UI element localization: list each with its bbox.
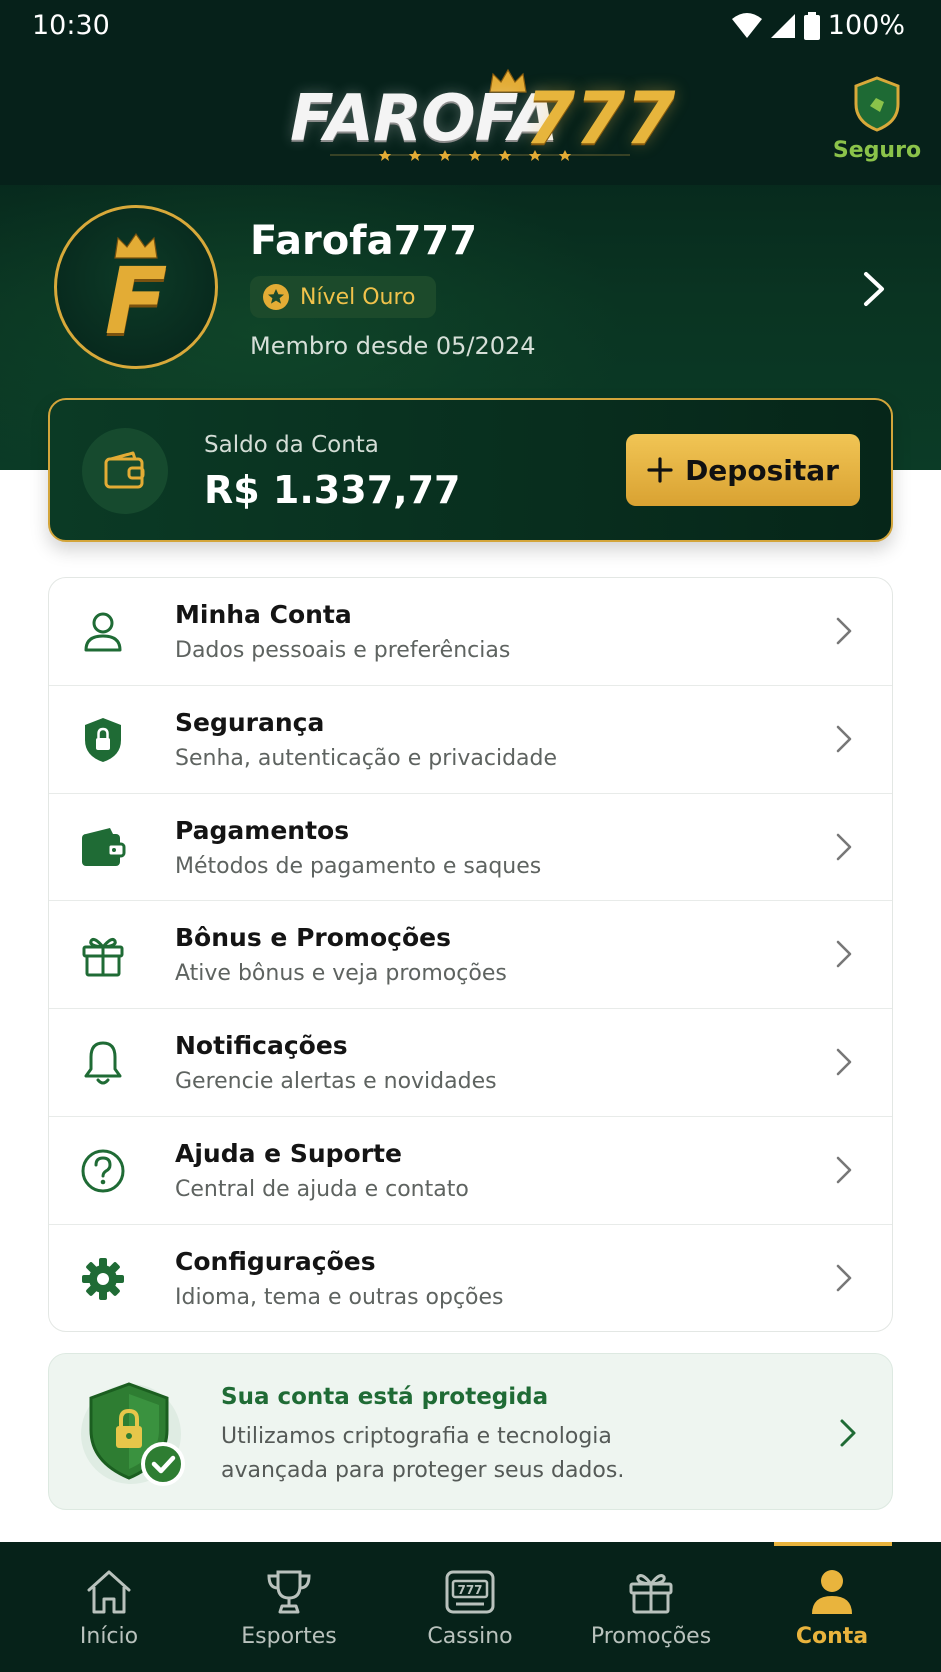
chevron-right-icon bbox=[836, 725, 852, 753]
chevron-right-icon bbox=[836, 617, 852, 645]
nav-item-inicio[interactable]: Início bbox=[19, 1542, 199, 1672]
nav-label: Início bbox=[79, 1624, 139, 1649]
wallet-icon-circle bbox=[82, 428, 168, 514]
gift-icon bbox=[629, 1574, 673, 1614]
nav-label: Esportes bbox=[241, 1624, 337, 1649]
menu-item-subtitle: Central de ajuda e contato bbox=[175, 1177, 469, 1202]
level-label: Nível Ouro bbox=[300, 284, 416, 310]
menu-item-title: Bônus e Promoções bbox=[175, 923, 451, 953]
menu-item-title: Configurações bbox=[175, 1246, 376, 1276]
bottom-nav: Início Esportes 777 Cassino Promoções Co… bbox=[0, 1542, 941, 1672]
brand-logo: FAROFA 777 bbox=[0, 68, 941, 170]
logo-stars-decoration bbox=[330, 150, 630, 161]
status-bar: 10:30 100% bbox=[0, 0, 941, 54]
secure-badge[interactable]: Seguro bbox=[832, 76, 922, 166]
menu-item-minha-conta[interactable]: Minha Conta Dados pessoais e preferência… bbox=[49, 578, 892, 686]
chevron-right-icon bbox=[836, 1264, 852, 1292]
logo-word: FAROFA bbox=[290, 82, 559, 156]
menu-item-subtitle: Gerencie alertas e novidades bbox=[175, 1069, 497, 1095]
wifi-icon bbox=[731, 12, 762, 38]
menu-item-title: Pagamentos bbox=[175, 815, 350, 845]
chevron-right-icon bbox=[836, 941, 852, 968]
battery-icon bbox=[803, 11, 820, 40]
chevron-right-icon bbox=[840, 1419, 856, 1447]
menu-item-subtitle: Dados pessoais e preferências bbox=[175, 638, 511, 663]
slot-machine-icon: 777 bbox=[445, 1570, 495, 1614]
shield-lock-icon bbox=[79, 716, 127, 764]
nav-label: Promoções bbox=[590, 1624, 712, 1649]
chevron-right-icon bbox=[836, 1048, 852, 1076]
balance-label: Saldo da Conta bbox=[204, 432, 379, 458]
protection-description: Utilizamos criptografia e tecnologia ava… bbox=[221, 1424, 625, 1483]
plus-icon bbox=[647, 457, 673, 483]
menu-item-subtitle: Métodos de pagamento e saques bbox=[175, 853, 542, 879]
shield-icon bbox=[854, 76, 900, 132]
menu-item-title: Segurança bbox=[175, 707, 325, 737]
chevron-right-icon bbox=[836, 833, 852, 860]
trophy-icon bbox=[267, 1570, 311, 1614]
nav-label: Conta bbox=[795, 1624, 869, 1649]
nav-label: Cassino bbox=[427, 1624, 513, 1649]
signal-icon bbox=[770, 13, 795, 38]
profile-name: Farofa777 bbox=[250, 218, 478, 264]
avatar-letter: F bbox=[104, 248, 168, 355]
menu-item-subtitle: Idioma, tema e outras opções bbox=[175, 1284, 504, 1310]
nav-item-esportes[interactable]: Esportes bbox=[199, 1542, 379, 1672]
menu-item-bonus-promocoes[interactable]: Bônus e Promoções Ative bônus e veja pro… bbox=[49, 901, 892, 1010]
home-icon bbox=[87, 1570, 131, 1614]
user-icon bbox=[79, 608, 127, 656]
shield-check-icon bbox=[81, 1382, 185, 1486]
user-icon bbox=[812, 1570, 852, 1614]
deposit-button[interactable]: Depositar bbox=[626, 434, 860, 506]
gear-icon bbox=[79, 1255, 127, 1303]
bell-icon bbox=[79, 1039, 127, 1087]
menu-item-notificacoes[interactable]: Notificações Gerencie alertas e novidade… bbox=[49, 1009, 892, 1117]
menu-item-subtitle: Ative bônus e veja promoções bbox=[175, 961, 507, 987]
secure-label: Seguro bbox=[832, 138, 922, 163]
profile-chevron-right-icon[interactable] bbox=[862, 270, 886, 308]
star-badge-icon bbox=[263, 284, 289, 310]
avatar[interactable]: F bbox=[54, 205, 218, 369]
nav-item-conta[interactable]: Conta bbox=[742, 1542, 922, 1672]
menu-item-title: Minha Conta bbox=[175, 600, 352, 629]
deposit-label: Depositar bbox=[685, 453, 839, 487]
level-badge: Nível Ouro bbox=[250, 276, 436, 318]
menu-item-subtitle: Senha, autenticação e privacidade bbox=[175, 745, 558, 771]
menu-item-title: Notificações bbox=[175, 1031, 348, 1061]
menu-item-configuracoes[interactable]: Configurações Idioma, tema e outras opçõ… bbox=[49, 1225, 892, 1331]
gift-icon bbox=[79, 931, 127, 979]
battery-percent: 100% bbox=[827, 10, 905, 41]
chevron-right-icon bbox=[836, 1156, 852, 1184]
wallet-icon bbox=[79, 824, 127, 872]
protection-card[interactable]: Sua conta está protegida Utilizamos crip… bbox=[48, 1353, 893, 1510]
balance-value: R$ 1.337,77 bbox=[204, 468, 461, 512]
member-since: Membro desde 05/2024 bbox=[250, 332, 536, 360]
wallet-icon bbox=[104, 451, 145, 489]
nav-item-cassino[interactable]: 777 Cassino bbox=[380, 1542, 560, 1672]
svg-text:777: 777 bbox=[457, 1583, 482, 1597]
menu-item-seguranca[interactable]: Segurança Senha, autenticação e privacid… bbox=[49, 686, 892, 794]
account-menu: Minha Conta Dados pessoais e preferência… bbox=[48, 577, 893, 1332]
status-time: 10:30 bbox=[32, 10, 110, 41]
balance-card: Saldo da Conta R$ 1.337,77 Depositar bbox=[48, 398, 893, 542]
menu-item-ajuda-suporte[interactable]: Ajuda e Suporte Central de ajuda e conta… bbox=[49, 1117, 892, 1225]
menu-item-title: Ajuda e Suporte bbox=[175, 1139, 402, 1168]
help-icon bbox=[79, 1147, 127, 1195]
status-icons: 100% bbox=[731, 10, 905, 41]
protection-title: Sua conta está protegida bbox=[221, 1384, 549, 1410]
nav-item-promocoes[interactable]: Promoções bbox=[561, 1542, 741, 1672]
menu-item-pagamentos[interactable]: Pagamentos Métodos de pagamento e saques bbox=[49, 794, 892, 902]
